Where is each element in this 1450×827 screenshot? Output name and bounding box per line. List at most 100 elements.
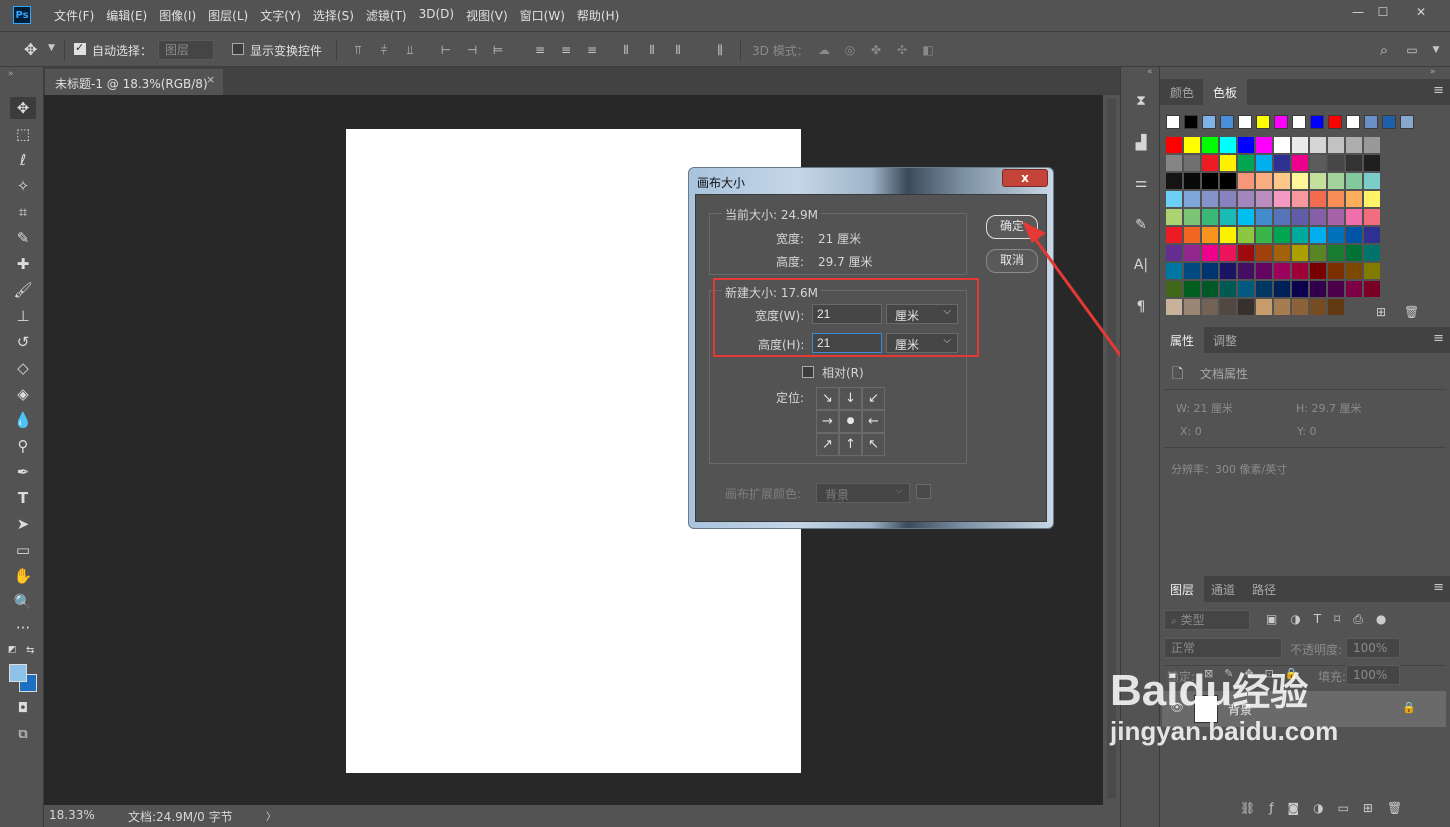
swatch[interactable]	[1274, 227, 1290, 243]
swatch[interactable]	[1202, 227, 1218, 243]
align-left-icon[interactable]: ⊢	[438, 42, 454, 58]
swatch[interactable]	[1256, 115, 1270, 129]
blend-mode-select[interactable]: 正常	[1164, 638, 1282, 658]
layer-filter-icons[interactable]: ▣◑T⌑⎙●	[1266, 612, 1399, 627]
swatch[interactable]	[1310, 209, 1326, 225]
swatch[interactable]	[1202, 115, 1216, 129]
magic-wand-tool-icon[interactable]: ✧	[10, 175, 36, 197]
distribute-left-icon[interactable]: ⦀	[618, 42, 634, 58]
more-tools-icon[interactable]: ···	[10, 617, 36, 639]
eyedropper-tool-icon[interactable]: ✎	[10, 227, 36, 249]
histogram-panel-icon[interactable]: ▟	[1130, 132, 1152, 154]
eraser-tool-icon[interactable]: ◇	[10, 357, 36, 379]
fill-input[interactable]: 100%	[1346, 665, 1400, 685]
swatch[interactable]	[1292, 263, 1308, 279]
pen-tool-icon[interactable]: ✒	[10, 461, 36, 483]
swatch[interactable]	[1256, 299, 1272, 315]
swatch[interactable]	[1346, 115, 1360, 129]
swatch[interactable]	[1292, 173, 1308, 189]
quick-mask-icon[interactable]: ◘	[10, 698, 36, 720]
swatch[interactable]	[1184, 115, 1198, 129]
marquee-tool-icon[interactable]: ⬚	[10, 123, 36, 145]
swatch[interactable]	[1166, 263, 1182, 279]
swatch[interactable]	[1220, 173, 1236, 189]
menu-3d[interactable]: 3D(D)	[413, 7, 460, 24]
dodge-tool-icon[interactable]: ⚲	[10, 435, 36, 457]
swatch[interactable]	[1256, 155, 1272, 171]
swatch[interactable]	[1166, 173, 1182, 189]
anchor-top-right[interactable]: ↙	[862, 387, 885, 410]
opacity-input[interactable]: 100%	[1346, 638, 1400, 658]
swatch[interactable]	[1364, 137, 1380, 153]
swatch[interactable]	[1202, 245, 1218, 261]
swatch[interactable]	[1256, 245, 1272, 261]
anchor-middle-left[interactable]: →	[816, 410, 839, 433]
swatch[interactable]	[1328, 191, 1344, 207]
swatch[interactable]	[1166, 299, 1182, 315]
swatch[interactable]	[1256, 137, 1272, 153]
menu-window[interactable]: 窗口(W)	[514, 7, 571, 24]
distribute-hcenter-icon[interactable]: ⦀	[644, 42, 660, 58]
swatch[interactable]	[1256, 227, 1272, 243]
3d-pan-icon[interactable]: ✤	[868, 42, 884, 58]
swatch[interactable]	[1292, 299, 1308, 315]
menu-filter[interactable]: 滤镜(T)	[360, 7, 413, 24]
anchor-bottom-left[interactable]: ↗	[816, 433, 839, 456]
swatch[interactable]	[1184, 263, 1200, 279]
layer-filter-select[interactable]: ⌕ 类型	[1164, 610, 1250, 630]
swatch[interactable]	[1292, 209, 1308, 225]
swatch[interactable]	[1256, 173, 1272, 189]
swatch[interactable]	[1220, 299, 1236, 315]
distribute-vcenter-icon[interactable]: ≡	[558, 42, 574, 58]
swatch[interactable]	[1184, 299, 1200, 315]
menu-view[interactable]: 视图(V)	[460, 7, 514, 24]
swatch[interactable]	[1292, 155, 1308, 171]
tab-properties[interactable]: 属性	[1160, 327, 1205, 353]
swatch[interactable]	[1220, 155, 1236, 171]
swatch[interactable]	[1166, 245, 1182, 261]
collapse-icon[interactable]: »	[8, 69, 14, 79]
swatch[interactable]	[1274, 173, 1290, 189]
swatch[interactable]	[1238, 155, 1254, 171]
layer-footer-icons[interactable]: ⛓ƒ◙◑▭⊞🗑	[1240, 801, 1416, 815]
swatch[interactable]	[1310, 173, 1326, 189]
anchor-bottom-right[interactable]: ↖	[862, 433, 885, 456]
swatch[interactable]	[1220, 227, 1236, 243]
swatch[interactable]	[1202, 299, 1218, 315]
swatch[interactable]	[1310, 299, 1326, 315]
swatch[interactable]	[1346, 191, 1362, 207]
show-transform-checkbox[interactable]	[232, 41, 244, 55]
relative-checkbox[interactable]	[802, 364, 814, 378]
align-vcenter-icon[interactable]: ⫩	[376, 42, 392, 58]
character-panel-icon[interactable]: A|	[1130, 254, 1152, 276]
swatch[interactable]	[1274, 137, 1290, 153]
swatch[interactable]	[1328, 299, 1344, 315]
swatch[interactable]	[1346, 137, 1362, 153]
menu-select[interactable]: 选择(S)	[307, 7, 360, 24]
swatch[interactable]	[1328, 115, 1342, 129]
swatch[interactable]	[1328, 245, 1344, 261]
swatch[interactable]	[1166, 115, 1180, 129]
swatch[interactable]	[1382, 115, 1396, 129]
swatch[interactable]	[1400, 115, 1414, 129]
hand-tool-icon[interactable]: ✋	[10, 565, 36, 587]
tab-channels[interactable]: 通道	[1201, 576, 1245, 602]
swatch[interactable]	[1274, 281, 1290, 297]
swatch[interactable]	[1346, 173, 1362, 189]
menu-edit[interactable]: 编辑(E)	[100, 7, 153, 24]
zoom-tool-icon[interactable]: 🔍	[10, 591, 36, 613]
tab-color[interactable]: 颜色	[1160, 79, 1204, 105]
3d-roll-icon[interactable]: ◎	[842, 42, 858, 58]
swatch[interactable]	[1256, 263, 1272, 279]
swatch[interactable]	[1256, 191, 1272, 207]
foreground-color-swatch[interactable]	[9, 664, 27, 682]
swatch[interactable]	[1292, 281, 1308, 297]
swatch[interactable]	[1328, 281, 1344, 297]
blur-tool-icon[interactable]: 💧	[10, 409, 36, 431]
auto-align-icon[interactable]: ⫼	[712, 42, 728, 58]
swatch[interactable]	[1328, 155, 1344, 171]
panel-menu-icon[interactable]: ≡	[1433, 580, 1444, 595]
move-tool-icon[interactable]: ✥	[10, 97, 36, 119]
align-hcenter-icon[interactable]: ⊣	[464, 42, 480, 58]
tab-paths[interactable]: 路径	[1242, 576, 1286, 602]
